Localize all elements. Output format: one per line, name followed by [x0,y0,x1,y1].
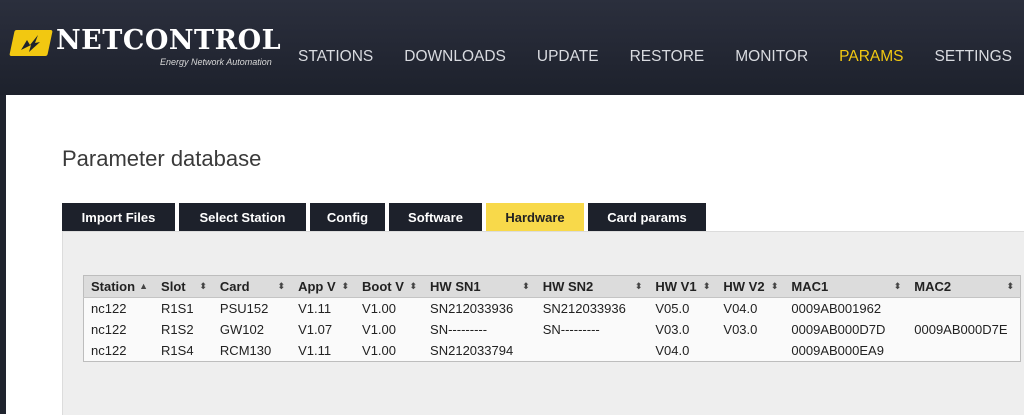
cell-mac2: 0009AB000D7E [907,319,1021,340]
sort-both-icon[interactable]: ⬍ [703,279,711,293]
cell-slot: R1S4 [154,340,213,362]
lightning-icon [9,30,53,56]
cell-slot: R1S2 [154,319,213,340]
cell-mac2 [907,340,1021,362]
page-title: Parameter database [62,146,262,171]
col-hw-v1[interactable]: HW V1 ⬍ [648,275,717,298]
sort-both-icon[interactable]: ⬍ [199,279,207,293]
cell-hw-v1: V05.0 [648,297,717,319]
cell-hw-sn2 [535,340,649,362]
cell-boot-v: V1.00 [355,340,424,362]
col-slot[interactable]: Slot ⬍ [154,275,213,298]
netcontrol-logo[interactable]: NETCONTROL Energy Network Automation [9,25,292,71]
cell-station: nc122 [83,340,155,362]
cell-hw-v2: V04.0 [716,297,785,319]
left-edge-bar [0,95,6,414]
sort-both-icon[interactable]: ⬍ [771,279,779,293]
sort-asc-icon[interactable]: ▲ [139,279,148,293]
cell-mac1: 0009AB000EA9 [784,340,908,362]
cell-hw-v1: V04.0 [648,340,717,362]
cell-mac1: 0009AB001962 [784,297,908,319]
tab-software[interactable]: Software [389,203,482,231]
cell-app-v: V1.07 [291,319,356,340]
cell-hw-sn2: SN--------- [535,319,649,340]
table-row[interactable]: nc122 R1S2 GW102 V1.07 V1.00 SN---------… [83,319,1021,340]
cell-mac1: 0009AB000D7D [784,319,908,340]
cell-hw-v1: V03.0 [648,319,717,340]
cell-card: RCM130 [212,340,292,362]
table-header-row: Station ▲ Slot ⬍ Card ⬍ App V ⬍ Boot V ⬍ HW S… [83,275,1021,298]
sort-both-icon[interactable]: ⬍ [410,279,418,293]
col-boot-v[interactable]: Boot V ⬍ [355,275,424,298]
sort-both-icon[interactable]: ⬍ [1006,279,1014,293]
col-hw-sn2[interactable]: HW SN2 ⬍ [535,275,649,298]
tab-import-files[interactable]: Import Files [62,203,175,231]
top-navigation-bar: NETCONTROL Energy Network Automation STA… [0,0,1024,95]
cell-station: nc122 [83,297,155,319]
table-row[interactable]: nc122 R1S1 PSU152 V1.11 V1.00 SN21203393… [83,297,1021,319]
col-hw-sn1[interactable]: HW SN1 ⬍ [423,275,536,298]
brand-tagline: Energy Network Automation [160,57,272,67]
nav-restore[interactable]: RESTORE [630,48,705,66]
cell-mac2 [907,297,1021,319]
nav-update[interactable]: UPDATE [537,48,599,66]
nav-monitor[interactable]: MONITOR [735,48,808,66]
sort-both-icon[interactable]: ⬍ [278,279,286,293]
cell-card: PSU152 [212,297,292,319]
cell-hw-sn2: SN212033936 [535,297,649,319]
tab-bar: Import Files Select Station Config Softw… [62,203,710,231]
cell-station: nc122 [83,319,155,340]
col-app-v[interactable]: App V ⬍ [291,275,356,298]
brand-name: NETCONTROL [56,25,282,56]
cell-boot-v: V1.00 [355,319,424,340]
col-hw-v2[interactable]: HW V2 ⬍ [716,275,785,298]
hardware-panel: Station ▲ Slot ⬍ Card ⬍ App V ⬍ Boot V ⬍ HW S… [62,231,1024,415]
sort-both-icon[interactable]: ⬍ [522,279,530,293]
cell-boot-v: V1.00 [355,297,424,319]
sort-both-icon[interactable]: ⬍ [635,279,643,293]
sort-both-icon[interactable]: ⬍ [341,279,349,293]
sort-both-icon[interactable]: ⬍ [894,279,902,293]
nav-params[interactable]: PARAMS [839,48,903,66]
col-mac1[interactable]: MAC1 ⬍ [784,275,908,298]
cell-hw-v2 [716,340,785,362]
nav-downloads[interactable]: DOWNLOADS [404,48,506,66]
tab-hardware[interactable]: Hardware [486,203,584,231]
main-nav: STATIONS DOWNLOADS UPDATE RESTORE MONITO… [267,48,1012,66]
tab-card-params[interactable]: Card params [588,203,706,231]
table-row[interactable]: nc122 R1S4 RCM130 V1.11 V1.00 SN21203379… [83,340,1021,362]
cell-hw-sn1: SN--------- [423,319,536,340]
cell-hw-sn1: SN212033794 [423,340,536,362]
cell-app-v: V1.11 [291,340,356,362]
cell-hw-v2: V03.0 [716,319,785,340]
cell-slot: R1S1 [154,297,213,319]
cell-card: GW102 [212,319,292,340]
cell-hw-sn1: SN212033936 [423,297,536,319]
nav-settings[interactable]: SETTINGS [934,48,1012,66]
col-card[interactable]: Card ⬍ [212,275,292,298]
col-station[interactable]: Station ▲ [83,275,155,298]
hardware-table: Station ▲ Slot ⬍ Card ⬍ App V ⬍ Boot V ⬍ HW S… [83,275,1021,362]
cell-app-v: V1.11 [291,297,356,319]
col-mac2[interactable]: MAC2 ⬍ [907,275,1021,298]
tab-config[interactable]: Config [310,203,385,231]
tab-select-station[interactable]: Select Station [179,203,306,231]
nav-stations[interactable]: STATIONS [298,48,373,66]
